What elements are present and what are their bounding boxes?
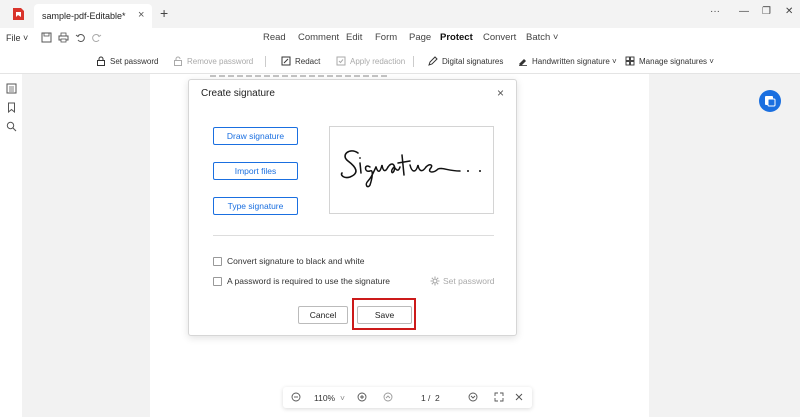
draw-signature-button[interactable]: Draw signature: [213, 127, 298, 145]
search-icon[interactable]: [6, 121, 17, 132]
more-options-icon[interactable]: ···: [710, 6, 720, 17]
tab-convert[interactable]: Convert: [483, 32, 516, 43]
apply-redaction-icon: [336, 56, 346, 66]
set-password-label: Set password: [110, 56, 159, 66]
type-signature-button[interactable]: Type signature: [213, 197, 298, 215]
tab-page[interactable]: Page: [409, 32, 431, 43]
restore-icon[interactable]: ❐: [762, 6, 771, 17]
password-required-label: A password is required to use the signat…: [227, 276, 391, 286]
tab-batch[interactable]: Batch ˅: [526, 32, 558, 43]
zoom-level[interactable]: 110%: [314, 393, 335, 403]
new-tab-icon[interactable]: +: [160, 5, 168, 21]
handwritten-signature-button[interactable]: Handwritten signature ˅: [518, 56, 617, 66]
protect-ribbon: Set password Remove password Redact Appl…: [0, 48, 800, 74]
dialog-set-password-label: Set password: [443, 276, 495, 286]
window-close-icon[interactable]: ✕: [785, 6, 793, 17]
redact-icon: [281, 56, 291, 66]
redact-button[interactable]: Redact: [281, 56, 320, 66]
document-tab-label: sample-pdf-Editable*: [42, 11, 126, 21]
gear-icon: [430, 276, 440, 286]
document-tab[interactable]: sample-pdf-Editable* ×: [34, 4, 152, 28]
tab-comment[interactable]: Comment: [298, 32, 339, 43]
apply-redaction-label: Apply redaction: [350, 56, 406, 66]
set-password-button[interactable]: Set password: [96, 56, 158, 66]
apply-redaction-button[interactable]: Apply redaction: [336, 56, 405, 66]
title-bar: sample-pdf-Editable* × + ··· — ❐ ✕: [0, 0, 800, 28]
handwriting-icon: [519, 59, 527, 66]
digital-signatures-label: Digital signatures: [442, 56, 504, 66]
ribbon-divider: [413, 56, 414, 67]
print-icon[interactable]: [58, 32, 69, 43]
undo-icon[interactable]: [75, 32, 86, 43]
zoom-toolbar: 110% ˅ 1 / 2: [283, 387, 532, 408]
remove-password-label: Remove password: [187, 56, 254, 66]
app-logo-icon: [13, 8, 24, 20]
save-icon[interactable]: [41, 32, 52, 43]
close-toolbar-icon[interactable]: [514, 392, 524, 402]
convert-bw-option[interactable]: Convert signature to black and white: [213, 256, 365, 266]
manage-signatures-label: Manage signatures ˅: [639, 56, 714, 66]
unlock-icon: [174, 56, 182, 66]
convert-bw-label: Convert signature to black and white: [227, 256, 365, 266]
page-separator: /: [428, 393, 431, 403]
manage-signatures-icon: [625, 56, 635, 66]
save-button[interactable]: Save: [357, 306, 412, 324]
pen-icon: [428, 56, 438, 66]
remove-password-button[interactable]: Remove password: [173, 56, 253, 66]
convert-bw-checkbox[interactable]: [213, 256, 222, 266]
handwritten-signature-label: Handwritten signature ˅: [532, 56, 617, 66]
page-text-fragment: [210, 75, 390, 77]
assistant-icon: [765, 96, 776, 107]
tab-read[interactable]: Read: [263, 32, 286, 43]
redact-label: Redact: [295, 56, 321, 66]
password-required-checkbox[interactable]: [213, 276, 222, 286]
zoom-in-icon[interactable]: [357, 392, 367, 402]
signature-preview-area[interactable]: [329, 126, 494, 214]
zoom-out-icon[interactable]: [291, 392, 301, 402]
zoom-dropdown-icon[interactable]: ˅: [340, 393, 345, 403]
menu-bar: File ˅ Read Comment Edit Form Page Prote…: [0, 28, 800, 48]
import-files-button[interactable]: Import files: [213, 162, 298, 180]
dialog-set-password-button[interactable]: Set password: [430, 276, 495, 286]
tab-edit[interactable]: Edit: [346, 32, 362, 43]
bookmark-icon[interactable]: [6, 102, 17, 113]
thumbnails-icon[interactable]: [6, 83, 17, 94]
tab-form[interactable]: Form: [375, 32, 397, 43]
redo-icon[interactable]: [91, 32, 102, 43]
floating-assistant-button[interactable]: [759, 90, 781, 112]
previous-page-icon[interactable]: [383, 392, 393, 402]
minimize-icon[interactable]: —: [739, 6, 749, 17]
signature-drawing: [340, 150, 481, 188]
manage-signatures-button[interactable]: Manage signatures ˅: [625, 56, 714, 66]
page-total: 2: [435, 393, 440, 403]
tab-protect[interactable]: Protect: [440, 32, 473, 43]
dialog-close-icon[interactable]: ×: [497, 86, 504, 100]
password-required-option[interactable]: A password is required to use the signat…: [213, 276, 390, 286]
lock-icon: [97, 56, 105, 66]
create-signature-dialog: Create signature × Draw signature Import…: [188, 79, 517, 336]
next-page-icon[interactable]: [468, 392, 478, 402]
cancel-button[interactable]: Cancel: [298, 306, 348, 324]
digital-signatures-button[interactable]: Digital signatures: [428, 56, 503, 66]
dialog-divider: [213, 235, 494, 236]
dialog-title: Create signature: [201, 88, 275, 99]
fit-page-icon[interactable]: [494, 392, 504, 402]
left-sidebar: [0, 74, 22, 417]
ribbon-divider: [265, 56, 266, 67]
file-menu[interactable]: File ˅: [6, 33, 28, 43]
tab-close-icon[interactable]: ×: [138, 9, 144, 21]
page-current[interactable]: 1: [421, 393, 426, 403]
